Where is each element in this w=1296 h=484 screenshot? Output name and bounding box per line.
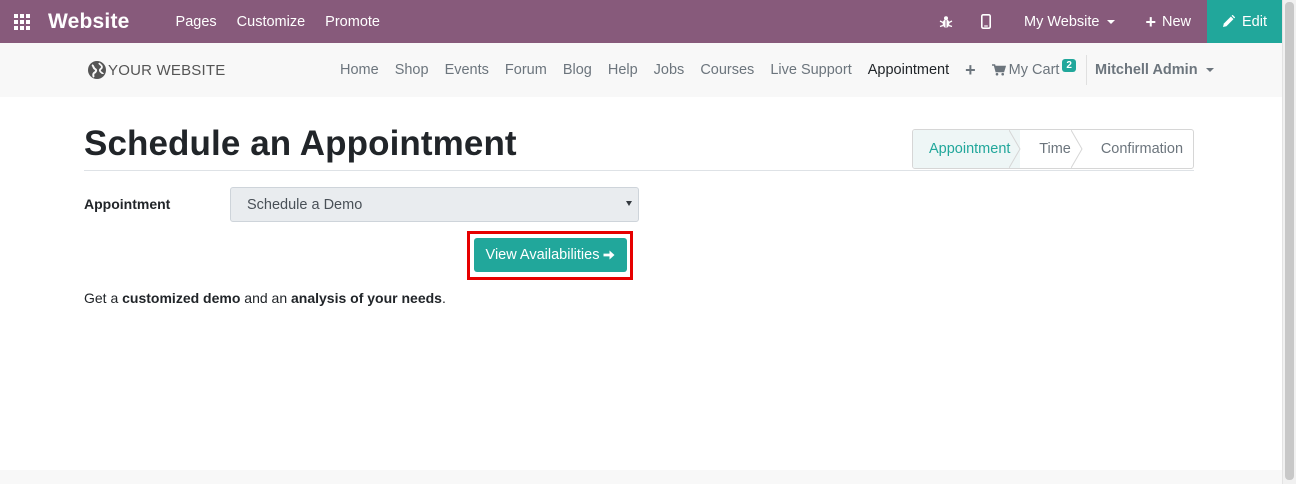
nav-link-live-support[interactable]: Live Support bbox=[762, 62, 859, 78]
title-divider bbox=[84, 170, 1194, 171]
nav-link-courses[interactable]: Courses bbox=[692, 62, 762, 78]
page-scrollbar[interactable] bbox=[1282, 0, 1296, 484]
new-content-button[interactable]: + New bbox=[1135, 0, 1201, 43]
chevron-down-icon bbox=[1205, 68, 1214, 72]
my-cart-link[interactable]: My Cart 2 bbox=[984, 58, 1084, 78]
site-logo[interactable]: YOUR WEBSITE bbox=[87, 60, 225, 80]
nav-link-jobs[interactable]: Jobs bbox=[646, 62, 693, 78]
desc-text-3: . bbox=[441, 290, 446, 306]
nav-link-help[interactable]: Help bbox=[600, 62, 646, 78]
nav-link-appointment[interactable]: Appointment bbox=[860, 62, 957, 78]
debug-button[interactable] bbox=[926, 0, 966, 43]
step-appointment-label: Appointment bbox=[929, 141, 1011, 157]
nav-link-home[interactable]: Home bbox=[332, 62, 387, 78]
edit-button[interactable]: Edit bbox=[1207, 0, 1282, 43]
website-switcher[interactable]: My Website bbox=[1014, 0, 1125, 43]
add-menu-item-icon[interactable]: + bbox=[957, 60, 984, 81]
desc-bold-2: analysis of your needs bbox=[291, 290, 442, 306]
pencil-icon bbox=[1223, 15, 1235, 27]
step-confirmation-label: Confirmation bbox=[1100, 141, 1184, 157]
step-confirmation: Confirmation bbox=[1082, 130, 1193, 168]
menu-customize[interactable]: Customize bbox=[227, 0, 316, 43]
shopping-cart-icon bbox=[991, 64, 1006, 76]
desc-bold-1: customized demo bbox=[122, 290, 241, 306]
chevron-down-icon bbox=[1107, 19, 1116, 24]
website-switcher-label: My Website bbox=[1023, 13, 1100, 30]
appointment-description: Get a customized demo and an analysis of… bbox=[84, 290, 446, 306]
bug-icon bbox=[939, 15, 953, 28]
website-navbar: YOUR WEBSITE Home Shop Events Forum Blog… bbox=[0, 43, 1282, 97]
chevron-down-icon bbox=[626, 201, 632, 206]
appointment-type-value: Schedule a Demo bbox=[247, 196, 363, 213]
menu-promote[interactable]: Promote bbox=[315, 0, 390, 43]
user-name: Mitchell Admin bbox=[1094, 62, 1198, 78]
nav-link-shop[interactable]: Shop bbox=[387, 62, 437, 78]
new-content-label: New bbox=[1161, 13, 1191, 30]
view-availabilities-label: View Availabilities bbox=[485, 247, 600, 263]
nav-link-blog[interactable]: Blog bbox=[555, 62, 600, 78]
step-appointment: Appointment bbox=[913, 130, 1021, 168]
nav-link-forum[interactable]: Forum bbox=[497, 62, 555, 78]
globe-icon bbox=[88, 61, 106, 79]
app-brand[interactable]: Website bbox=[48, 10, 130, 34]
step-time-label: Time bbox=[1039, 141, 1071, 157]
odoo-main-navbar: Website Pages Customize Promote My Websi… bbox=[0, 0, 1282, 43]
footer-area bbox=[0, 470, 1282, 484]
site-menu: Home Shop Events Forum Blog Help Jobs Co… bbox=[332, 43, 1222, 97]
site-logo-text: YOUR WEBSITE bbox=[108, 61, 226, 79]
apps-menu-button[interactable] bbox=[0, 0, 44, 43]
mobile-preview-button[interactable] bbox=[966, 0, 1006, 43]
my-cart-label: My Cart bbox=[1008, 62, 1060, 78]
appointment-field-label: Appointment bbox=[84, 196, 171, 212]
desc-text-1: Get a bbox=[84, 290, 123, 306]
mobile-icon bbox=[980, 14, 991, 29]
cart-count-badge: 2 bbox=[1062, 58, 1076, 72]
scrollbar-thumb[interactable] bbox=[1285, 2, 1294, 480]
arrow-right-icon bbox=[603, 250, 615, 260]
page-title: Schedule an Appointment bbox=[84, 124, 517, 163]
apps-grid-icon bbox=[14, 13, 30, 30]
appointment-progress-steps: Appointment Time Confirmation bbox=[912, 129, 1194, 169]
nav-link-events[interactable]: Events bbox=[437, 62, 497, 78]
view-availabilities-button[interactable]: View Availabilities bbox=[474, 238, 627, 272]
menu-pages[interactable]: Pages bbox=[166, 0, 227, 43]
step-time: Time bbox=[1020, 130, 1083, 168]
edit-label: Edit bbox=[1242, 13, 1267, 30]
plus-icon: + bbox=[1145, 11, 1156, 32]
appointment-type-select[interactable]: Schedule a Demo bbox=[230, 187, 639, 222]
desc-text-2: and an bbox=[240, 290, 291, 306]
user-menu[interactable]: Mitchell Admin bbox=[1087, 62, 1222, 78]
